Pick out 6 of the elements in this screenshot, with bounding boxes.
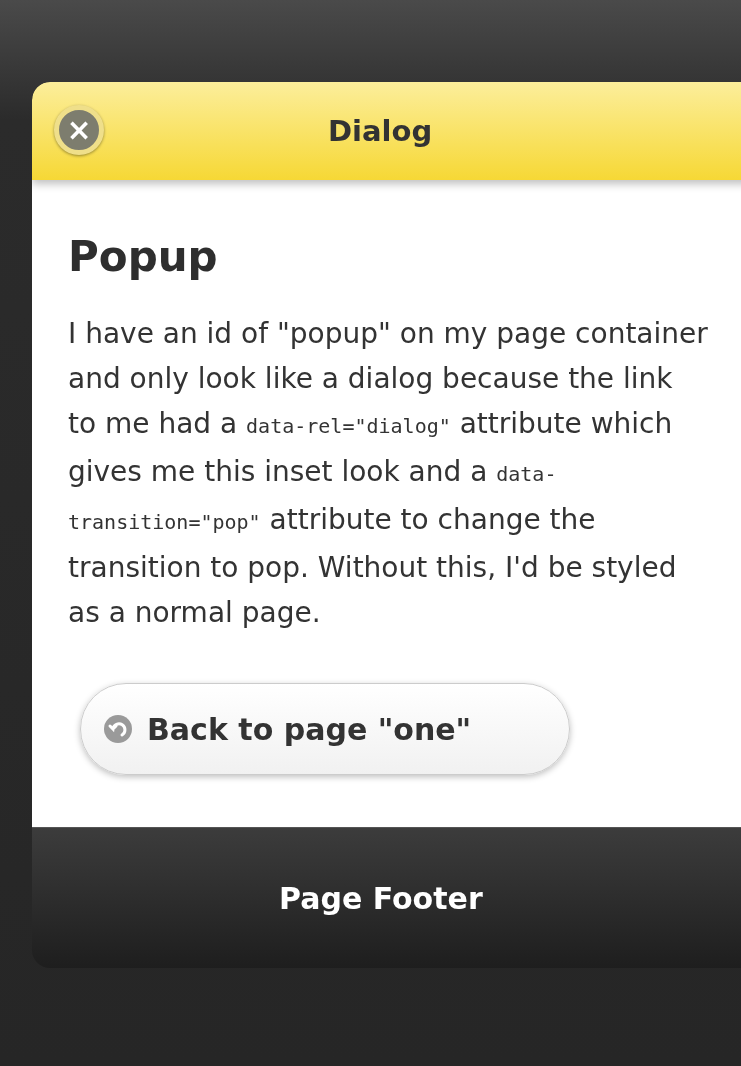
dialog-title: Dialog <box>328 114 433 148</box>
popup-heading: Popup <box>68 232 219 281</box>
description-paragraph: I have an id of "popup" on my page container and only look like a dialog because the link to me had a data-rel="dialog" attribute which gives me this inset look and a data-transition="pop" attribute to change the transition to pop. Without this, I'd be styled as a normal page. <box>68 316 708 631</box>
close-button[interactable]: × <box>54 105 104 155</box>
back-button[interactable]: Back to page "one" <box>80 683 570 775</box>
footer-title: Page Footer <box>279 880 483 916</box>
